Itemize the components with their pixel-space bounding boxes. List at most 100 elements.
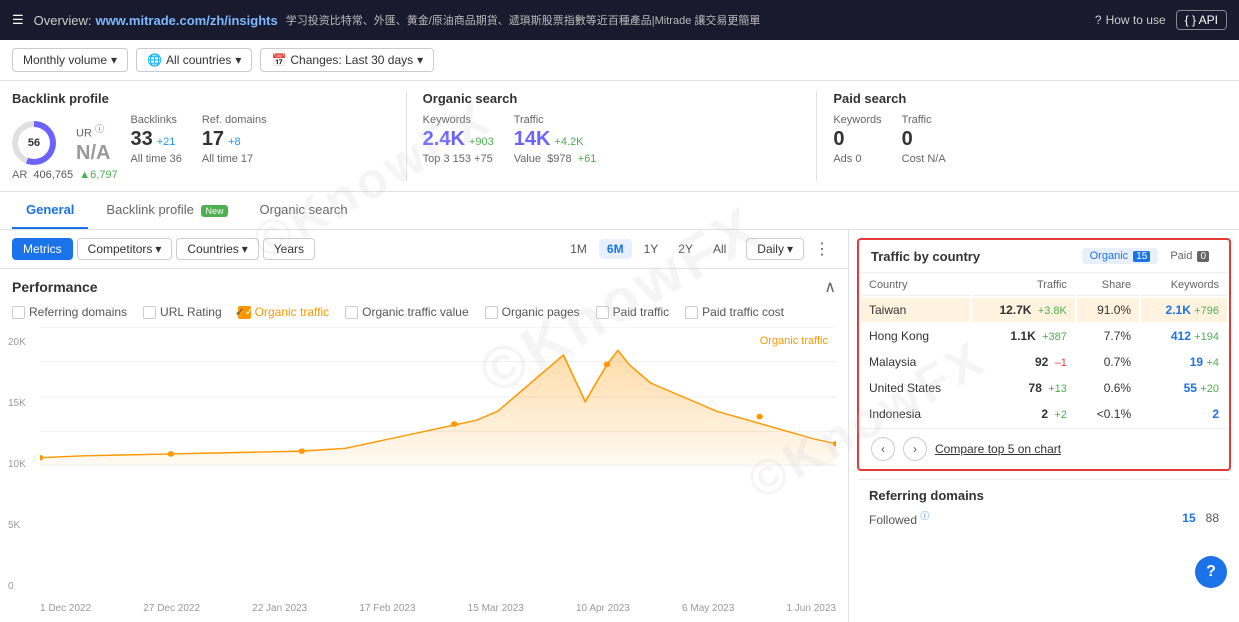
share-cell: 91.0%	[1077, 298, 1139, 322]
backlinks-stat: Backlinks 33 +21 All time 36	[130, 114, 181, 165]
checkbox-paid-traffic-cost[interactable]: Paid traffic cost	[685, 305, 784, 319]
main-content: Metrics Competitors ▾ Countries ▾ Years …	[0, 230, 1239, 622]
traffic-cell: 2 +2	[972, 402, 1075, 426]
keywords-cell: 2	[1141, 402, 1227, 426]
period-1m[interactable]: 1M	[562, 239, 595, 259]
collapse-button[interactable]: ∧	[824, 277, 836, 297]
referring-domains-section: Referring domains Followed ⓘ 15 88	[857, 479, 1231, 535]
daily-button[interactable]: Daily ▾	[746, 238, 804, 260]
site-url[interactable]: www.mitrade.com/zh/insights	[95, 13, 277, 28]
globe-icon: 🌐	[147, 53, 162, 67]
checkbox-icon-organic-traffic[interactable]: ✓	[238, 306, 251, 319]
country-name: Taiwan	[861, 298, 970, 322]
traffic-cell: 1.1K +387	[972, 324, 1075, 348]
prev-page-button[interactable]: ‹	[871, 437, 895, 461]
competitors-button[interactable]: Competitors ▾	[77, 238, 173, 260]
table-row: Indonesia 2 +2 <0.1% 2	[861, 402, 1227, 426]
checkbox-organic-traffic-value[interactable]: Organic traffic value	[345, 305, 469, 319]
period-1y[interactable]: 1Y	[636, 239, 667, 259]
monthly-volume-filter[interactable]: Monthly volume ▾	[12, 48, 128, 72]
countries-button[interactable]: Countries ▾	[176, 238, 258, 260]
tab-backlink-profile[interactable]: Backlink profile New	[92, 192, 241, 229]
checkbox-icon-organic-pages[interactable]	[485, 306, 498, 319]
top-nav: ☰ Overview: www.mitrade.com/zh/insights …	[0, 0, 1239, 40]
compare-top5-link[interactable]: Compare top 5 on chart	[935, 442, 1061, 456]
country-name: Hong Kong	[861, 324, 970, 348]
keywords-cell: 412 +194	[1141, 324, 1227, 348]
checkbox-referring-domains[interactable]: Referring domains	[12, 305, 127, 319]
period-6m[interactable]: 6M	[599, 239, 632, 259]
checkbox-icon-paid-traffic[interactable]	[596, 306, 609, 319]
overview-label: Overview:	[34, 13, 92, 28]
referring-followed-row: Followed ⓘ 15 88	[869, 509, 1219, 527]
checkbox-url-rating[interactable]: URL Rating	[143, 305, 222, 319]
organic-paid-tabs: Organic 15 Paid 0	[1082, 248, 1217, 264]
chart-area: Organic traffic 20K 15K 10K 5K 0	[0, 327, 848, 622]
keywords-cell: 55 +20	[1141, 376, 1227, 400]
traffic-cell: 12.7K +3.8K	[972, 298, 1075, 322]
paid-search-block: Paid search Keywords 0 Ads 0 Traffic 0 C…	[816, 91, 1227, 181]
checkbox-icon-paid-traffic-cost[interactable]	[685, 306, 698, 319]
help-link[interactable]: ? How to use	[1095, 13, 1166, 27]
menu-icon[interactable]: ☰	[12, 12, 24, 28]
changes-filter[interactable]: 📅 Changes: Last 30 days ▾	[260, 48, 434, 72]
api-button[interactable]: { } API	[1176, 10, 1227, 30]
tab-general[interactable]: General	[12, 192, 88, 229]
traffic-by-country: Traffic by country Organic 15 Paid 0 Cou…	[857, 238, 1231, 471]
right-panel: Traffic by country Organic 15 Paid 0 Cou…	[849, 230, 1239, 622]
checkbox-organic-pages[interactable]: Organic pages	[485, 305, 580, 319]
country-pagination: ‹ › Compare top 5 on chart	[859, 428, 1229, 469]
organic-tab[interactable]: Organic 15	[1082, 248, 1159, 264]
refdomains-stat: Ref. domains 17 +8 All time 17	[202, 114, 267, 165]
traffic-cell: 92 –1	[972, 350, 1075, 374]
checkboxes-row: Referring domains URL Rating ✓ Organic t…	[0, 301, 848, 327]
checkbox-icon-referring[interactable]	[12, 306, 25, 319]
chevron-down-icon: ▾	[787, 242, 793, 256]
country-name: Malaysia	[861, 350, 970, 374]
new-badge: New	[201, 205, 227, 217]
paid-count: 0	[1197, 251, 1209, 262]
checkbox-paid-traffic[interactable]: Paid traffic	[596, 305, 669, 319]
table-row: Taiwan 12.7K +3.8K 91.0% 2.1K +796	[861, 298, 1227, 322]
chevron-down-icon: ▾	[235, 53, 241, 67]
performance-header: Performance ∧	[0, 269, 848, 301]
checkbox-icon-organic-traffic-value[interactable]	[345, 306, 358, 319]
years-button[interactable]: Years	[263, 238, 315, 260]
period-all[interactable]: All	[705, 239, 734, 259]
chart-toolbar: Metrics Competitors ▾ Countries ▾ Years …	[0, 230, 848, 269]
tabs-bar: General Backlink profile New Organic sea…	[0, 192, 1239, 230]
col-keywords: Keywords	[1141, 275, 1227, 296]
col-country: Country	[861, 275, 970, 296]
share-cell: 7.7%	[1077, 324, 1139, 348]
period-2y[interactable]: 2Y	[670, 239, 701, 259]
paid-keywords-stat: Keywords 0 Ads 0	[833, 114, 881, 165]
paid-traffic-stat: Traffic 0 Cost N/A	[902, 114, 946, 165]
help-bubble-button[interactable]: ?	[1195, 556, 1227, 588]
chart-x-labels: 1 Dec 2022 27 Dec 2022 22 Jan 2023 17 Fe…	[40, 603, 836, 614]
chevron-down-icon: ▾	[242, 242, 248, 256]
col-traffic: Traffic	[972, 275, 1075, 296]
keywords-cell: 2.1K +796	[1141, 298, 1227, 322]
traffic-cell: 78 +13	[972, 376, 1075, 400]
country-name: United States	[861, 376, 970, 400]
paid-tab[interactable]: Paid 0	[1162, 248, 1217, 264]
organic-search-title: Organic search	[423, 91, 801, 106]
organic-count: 15	[1133, 251, 1150, 262]
followed-values: 15 88	[1182, 511, 1219, 525]
tab-organic-search[interactable]: Organic search	[246, 192, 362, 229]
next-page-button[interactable]: ›	[903, 437, 927, 461]
all-countries-filter[interactable]: 🌐 All countries ▾	[136, 48, 252, 72]
metrics-button[interactable]: Metrics	[12, 238, 73, 260]
ar-row: AR 406,765 ▲6,797	[12, 169, 390, 181]
checkbox-organic-traffic[interactable]: ✓ Organic traffic	[238, 305, 329, 319]
checkbox-icon-url-rating[interactable]	[143, 306, 156, 319]
backlink-profile-title: Backlink profile	[12, 91, 390, 106]
referring-domains-title: Referring domains	[869, 488, 1219, 503]
traffic-country-header: Traffic by country Organic 15 Paid 0	[859, 240, 1229, 273]
backlink-profile-block: Backlink profile 56 UR ⓘ N/A Backlinks 3…	[12, 91, 406, 181]
chart-more-button[interactable]: ⋮	[808, 239, 836, 259]
chevron-down-icon: ▾	[155, 242, 161, 256]
performance-chart	[40, 327, 836, 467]
chevron-down-icon: ▾	[111, 53, 117, 67]
performance-title: Performance	[12, 279, 98, 295]
